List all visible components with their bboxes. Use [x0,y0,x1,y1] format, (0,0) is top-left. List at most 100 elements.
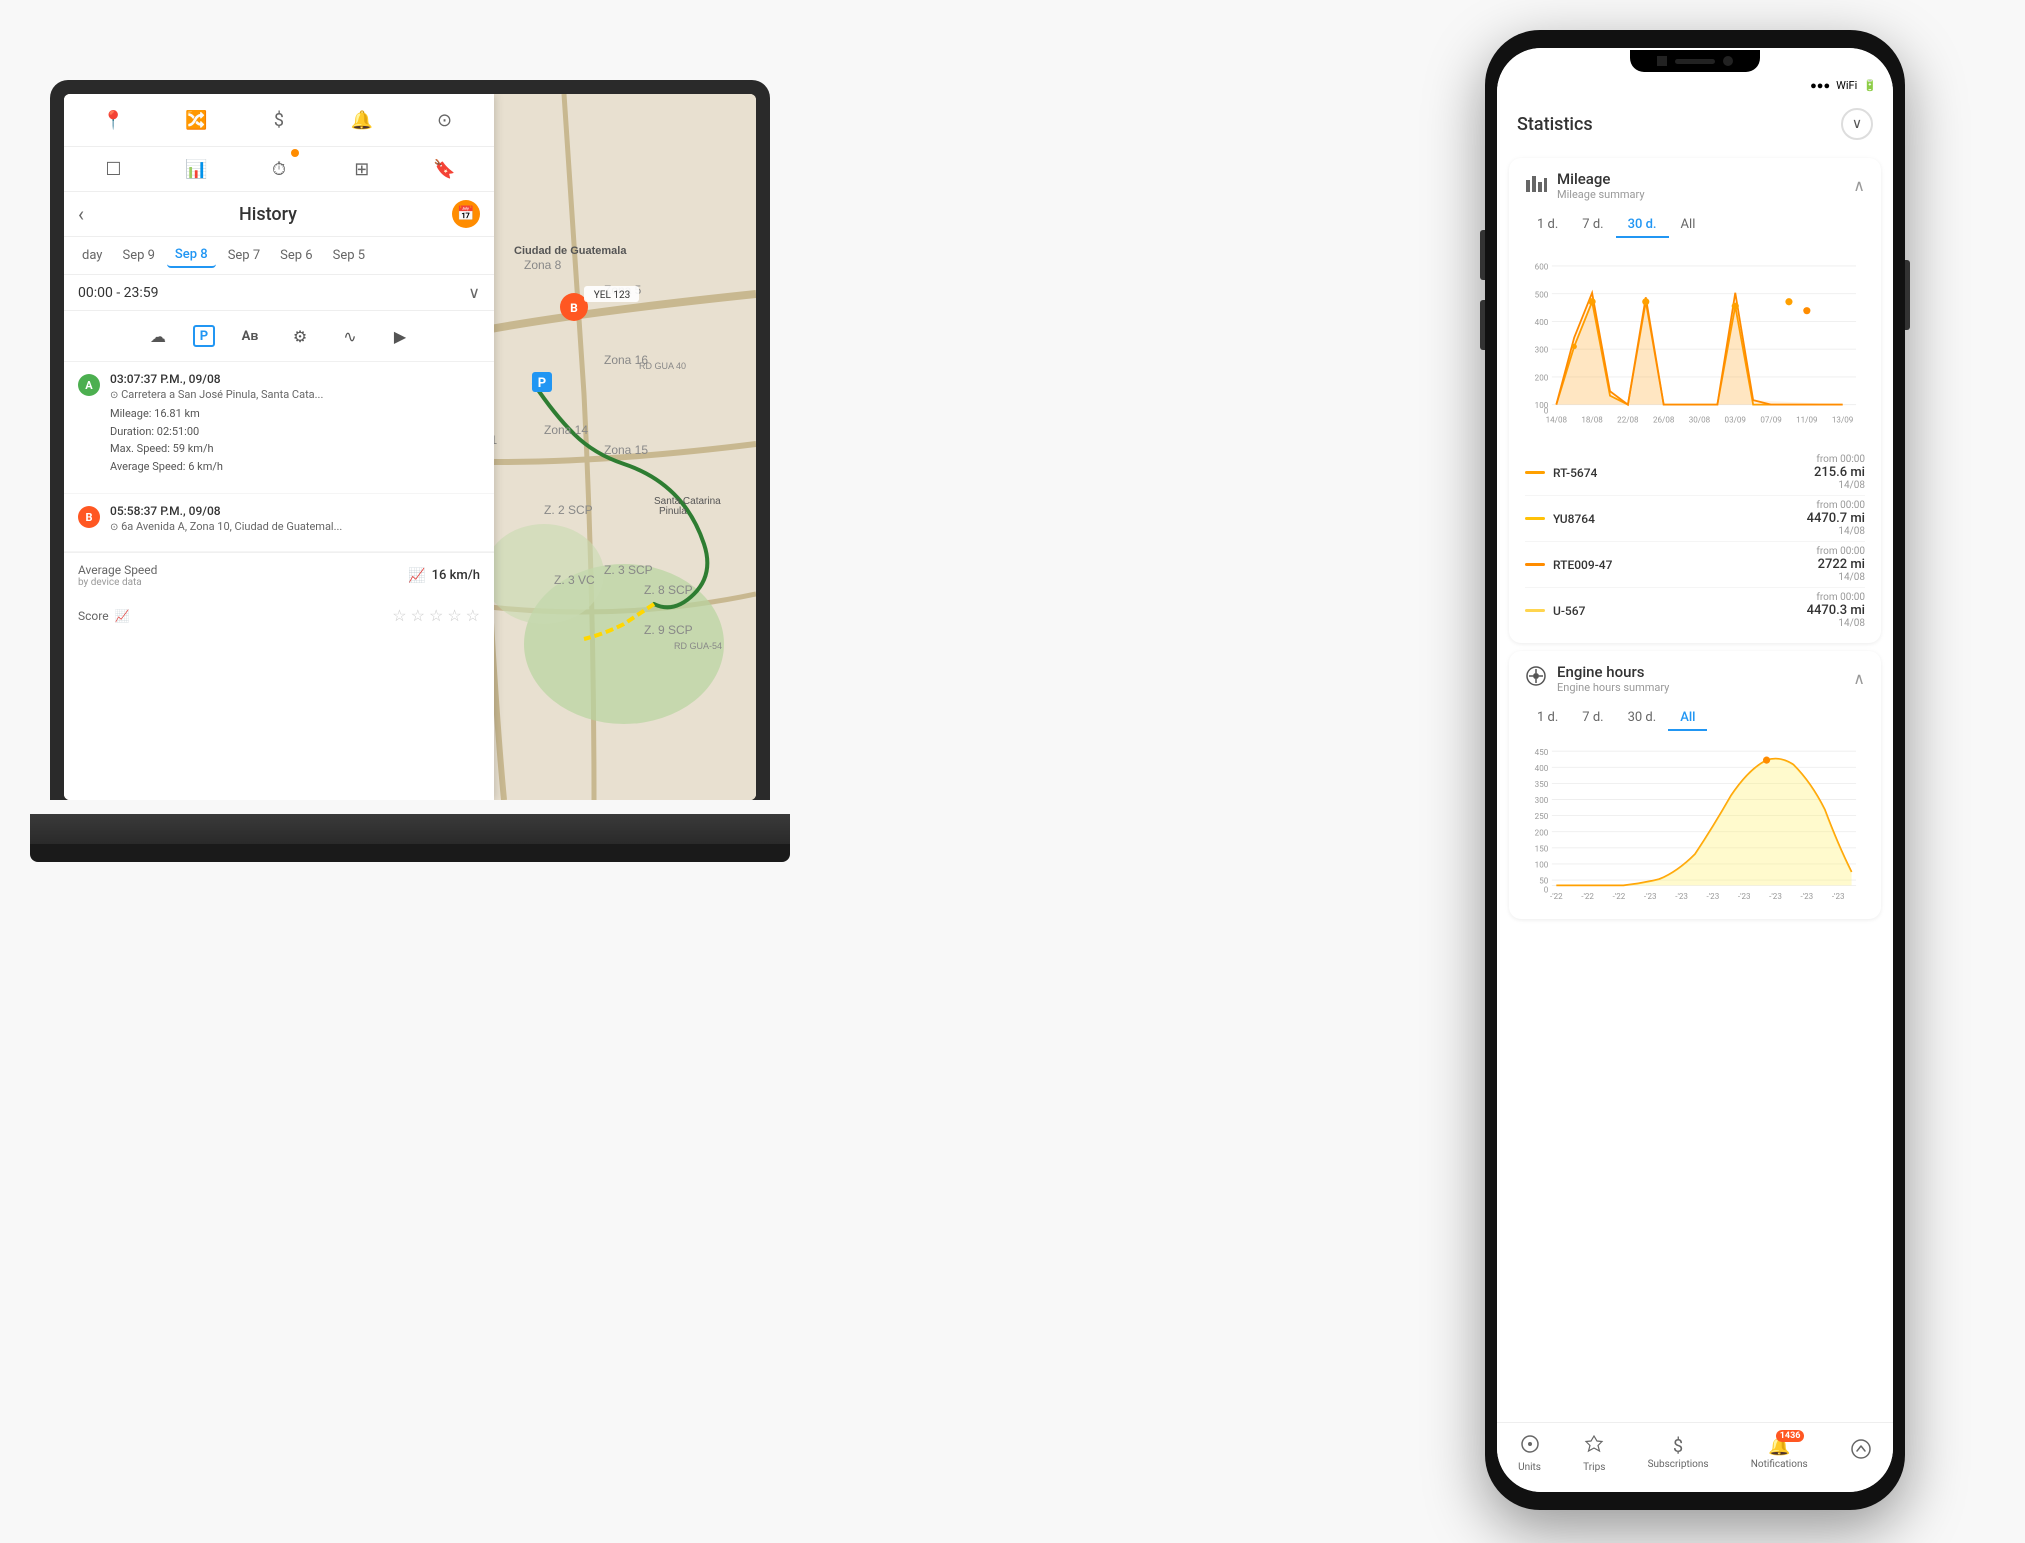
engine-hours-collapse-button[interactable]: ∧ [1853,669,1865,688]
mileage-chart-icon [1525,172,1547,199]
units-icon [1519,1433,1541,1460]
bookmark-icon[interactable]: 🔖 [429,153,461,185]
nav-item-notifications[interactable]: 🔔 1436 Notifications [1751,1436,1808,1470]
engine-hours-section-left: Engine hours Engine hours summary [1525,663,1669,694]
square-icon[interactable]: ☐ [97,153,129,185]
legend-right-yu8764: from 00:00 4470.7 mi 14/08 [1807,500,1865,537]
date-tab-sep7[interactable]: Sep 7 [220,244,268,267]
engine-tab-all[interactable]: All [1668,706,1707,731]
volume-up-button[interactable] [1480,230,1485,280]
mileage-tab-1d[interactable]: 1 d. [1525,213,1570,238]
star-4[interactable]: ☆ [447,606,461,625]
date-tab-sep9[interactable]: Sep 9 [114,244,162,267]
trip-time-a: 03:07:37 P.M., 09/08 [110,372,480,386]
engine-tab-7d[interactable]: 7 d. [1570,706,1615,731]
phone-bottom-nav: Units Trips $ Subscriptio [1497,1422,1893,1492]
legend-left-rt5674: RT-5674 [1525,466,1597,480]
trip-time-b: 05:58:37 P.M., 09/08 [110,504,480,518]
star-2[interactable]: ☆ [411,606,425,625]
svg-text:03/09: 03/09 [1725,416,1746,425]
svg-text:YEL 123: YEL 123 [594,290,630,301]
mileage-tab-7d[interactable]: 7 d. [1570,213,1615,238]
svg-text:-'23: -'23 [1800,892,1813,901]
timer-icon[interactable]: ⏱ [263,153,295,185]
chevron-down-icon[interactable]: ∨ [468,283,480,302]
parking-icon[interactable]: P [193,325,215,347]
volume-down-button[interactable] [1480,300,1485,350]
nav-item-subscriptions[interactable]: $ Subscriptions [1648,1436,1709,1470]
notifications-icon-wrapper: 🔔 1436 [1768,1436,1790,1457]
svg-text:-'23: -'23 [1675,892,1688,901]
svg-text:22/08: 22/08 [1617,416,1639,425]
mileage-legend: RT-5674 from 00:00 215.6 mi 14/08 [1509,446,1881,643]
date-tab-sep6[interactable]: Sep 6 [272,244,320,267]
legend-item-yu8764: YU8764 from 00:00 4470.7 mi 14/08 [1525,496,1865,542]
mileage-subtitle: Mileage summary [1557,188,1645,201]
grid-icon[interactable]: ⊞ [346,153,378,185]
legend-date-label-yu8764: from 00:00 [1807,500,1865,511]
date-tab-today[interactable]: day [74,244,110,267]
action-icons-row: ☁ P Aʙ ⚙ ∿ ▶ [64,311,494,362]
mileage-section: Mileage Mileage summary ∧ 1 d. 7 d. 30 d… [1509,158,1881,643]
ab-icon[interactable]: Aʙ [235,321,265,351]
legend-value-u567: 4470.3 mi [1807,603,1865,618]
engine-chart-svg: 450 400 350 300 250 200 150 100 50 0 [1525,739,1865,911]
phone-screen: ●●● WiFi 🔋 Statistics ∨ [1497,48,1893,1492]
nav-item-more[interactable] [1850,1438,1872,1467]
front-camera [1723,56,1733,66]
speaker [1675,59,1715,64]
cloud-icon[interactable]: ☁ [143,321,173,351]
star-3[interactable]: ☆ [429,606,443,625]
notifications-badge: 1436 [1776,1430,1805,1442]
svg-text:B: B [570,301,578,315]
circle-icon[interactable]: ⊙ [429,104,461,136]
svg-text:300: 300 [1535,796,1549,805]
mileage-tab-all[interactable]: All [1669,213,1708,238]
bell-icon[interactable]: 🔔 [346,104,378,136]
svg-text:14/08: 14/08 [1546,416,1568,425]
subscriptions-icon: $ [1673,1436,1683,1457]
engine-tab-1d[interactable]: 1 d. [1525,706,1570,731]
calendar-icon[interactable]: 📅 [452,200,480,228]
trip-point-a: A 03:07:37 P.M., 09/08 ⊙ Carretera a San… [78,372,480,475]
chart-icon[interactable]: 📊 [180,153,212,185]
power-button[interactable] [1905,260,1910,330]
svg-text:30/08: 30/08 [1689,416,1711,425]
legend-date-label-rte009: from 00:00 [1816,546,1865,557]
svg-text:-'22: -'22 [1581,892,1594,901]
clock-gear-svg [1525,665,1547,687]
wave-icon[interactable]: ∿ [335,321,365,351]
svg-text:400: 400 [1535,318,1549,327]
svg-text:Zona 8: Zona 8 [524,258,562,272]
nav-item-units[interactable]: Units [1518,1433,1541,1473]
svg-text:-'23: -'23 [1707,892,1720,901]
sidebar-icons-row2: ☐ 📊 ⏱ ⊞ 🔖 [64,147,494,192]
legend-right-rt5674: from 00:00 215.6 mi 14/08 [1814,454,1865,491]
svg-text:-'23: -'23 [1738,892,1751,901]
settings-icon[interactable]: ⚙ [285,321,315,351]
date-tab-sep8[interactable]: Sep 8 [167,243,216,268]
play-icon[interactable]: ▶ [385,321,415,351]
dollar-icon[interactable]: $ [263,104,295,136]
svg-text:-'23: -'23 [1769,892,1782,901]
legend-line-yu8764 [1525,517,1545,520]
svg-text:18/08: 18/08 [1581,416,1603,425]
units-nav-svg [1519,1433,1541,1455]
nav-item-trips[interactable]: Trips [1583,1433,1605,1473]
mileage-tab-30d[interactable]: 30 d. [1616,213,1669,238]
mileage-collapse-button[interactable]: ∧ [1853,176,1865,195]
phone-chevron-button[interactable]: ∨ [1841,108,1873,140]
svg-text:Zona 15: Zona 15 [604,443,648,457]
star-1[interactable]: ☆ [392,606,406,625]
engine-tab-30d[interactable]: 30 d. [1616,706,1669,731]
star-5[interactable]: ☆ [466,606,480,625]
trips-icon [1583,1433,1605,1460]
location-icon[interactable]: 📍 [97,104,129,136]
date-tab-sep5[interactable]: Sep 5 [325,244,373,267]
mileage-section-text: Mileage Mileage summary [1557,170,1645,201]
laptop-bottom [30,844,790,862]
routes-icon[interactable]: 🔀 [180,104,212,136]
legend-item-rte009: RTE009-47 from 00:00 2722 mi 14/08 [1525,542,1865,588]
subscriptions-label: Subscriptions [1648,1459,1709,1470]
back-button[interactable]: ‹ [78,202,84,226]
